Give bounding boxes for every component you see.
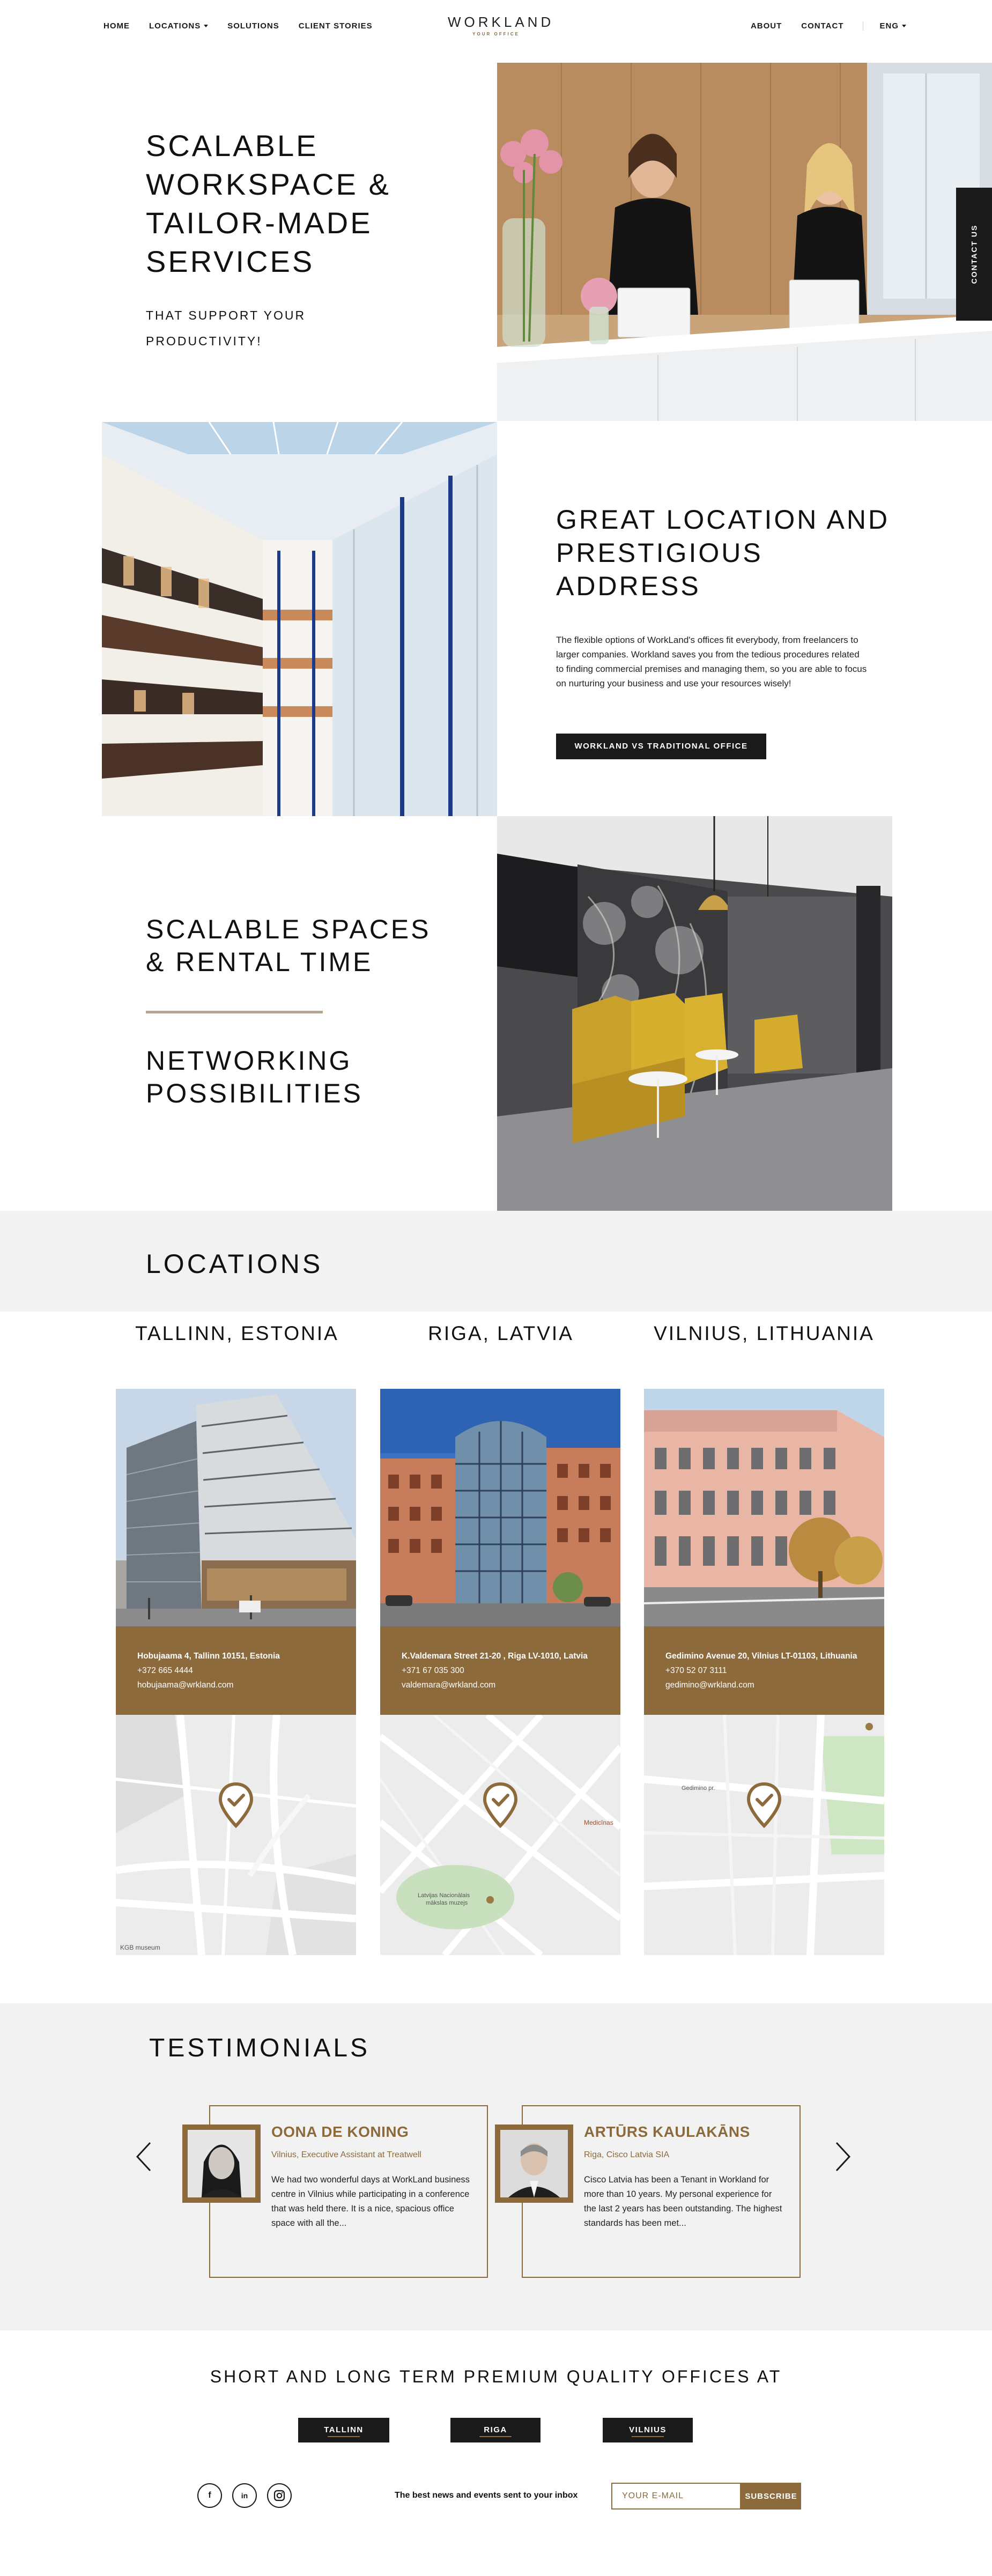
svg-text:Latvijas Nacionālais: Latvijas Nacionālais: [418, 1892, 470, 1899]
testimonials-section: TESTIMONIALS OONA DE KONING Vilnius, Exe…: [0, 2003, 992, 2330]
city-title-tallinn: TALLINN, ESTONIA: [135, 1322, 339, 1344]
map-pin-icon: [746, 1782, 782, 1828]
offices-title: SHORT AND LONG TERM PREMIUM QUALITY OFFI…: [210, 2367, 782, 2386]
facebook-icon[interactable]: f: [197, 2483, 222, 2508]
riga-address: K.Valdemara Street 21-20 , Riga LV-1010,…: [402, 1652, 588, 1661]
testimonial-name: ARTŪRS KAULAKĀNS: [584, 2123, 750, 2140]
location-card-tallinn: Hobujaama 4, Tallinn 10151, Estonia +372…: [116, 1389, 356, 1955]
office-button-tallinn[interactable]: TALLINN: [298, 2418, 389, 2442]
testimonial-name: OONA DE KONING: [271, 2123, 409, 2140]
office-button-riga[interactable]: RIGA: [450, 2418, 541, 2442]
secondary-nav: ABOUT CONTACT ENG: [751, 21, 906, 31]
office-button-vilnius[interactable]: VILNIUS: [603, 2418, 693, 2442]
carousel-prev-arrow-icon[interactable]: [133, 2141, 154, 2173]
chevron-down-icon: [204, 25, 209, 27]
svg-text:mākslas muzejs: mākslas muzejs: [426, 1900, 468, 1906]
location-feature-title: GREAT LOCATION AND PRESTIGIOUS ADDRESS: [556, 505, 890, 601]
riga-contact-info: K.Valdemara Street 21-20 , Riga LV-1010,…: [380, 1626, 620, 1715]
nav-home[interactable]: HOME: [103, 21, 130, 31]
linkedin-icon[interactable]: in: [232, 2483, 257, 2508]
location-feature-description: The flexible options of WorkLand's offic…: [556, 635, 867, 689]
location-feature: GREAT LOCATION AND PRESTIGIOUS ADDRESS T…: [556, 503, 899, 759]
hero-title: SCALABLE WORKSPACE & TAILOR-MADE SERVICE…: [146, 129, 391, 278]
testimonial-role: Riga, Cisco Latvia SIA: [584, 2150, 670, 2159]
nav-solutions[interactable]: SOLUTIONS: [227, 21, 279, 31]
nav-locations-label: LOCATIONS: [149, 21, 201, 31]
vilnius-building-photo[interactable]: [644, 1389, 884, 1626]
hero-subtitle: THAT SUPPORT YOUR PRODUCTIVITY!: [146, 308, 306, 348]
contact-us-label: CONTACT US: [969, 224, 979, 284]
tallinn-address: Hobujaama 4, Tallinn 10151, Estonia: [137, 1652, 280, 1661]
logo-wordmark: WORKLAND: [448, 14, 554, 30]
testimonial-avatar: [495, 2125, 573, 2203]
contact-us-tab[interactable]: CONTACT US: [956, 188, 992, 321]
reception-photo: [497, 63, 992, 421]
map-pin-icon: [218, 1782, 254, 1828]
language-selector[interactable]: ENG: [863, 21, 906, 31]
nav-about[interactable]: ABOUT: [751, 21, 782, 31]
language-label: ENG: [879, 21, 899, 31]
chevron-down-icon: [902, 25, 906, 27]
locations-title: LOCATIONS: [146, 1249, 323, 1279]
testimonials-title: TESTIMONIALS: [149, 2034, 371, 2062]
newsletter-label: The best news and events sent to your in…: [395, 2491, 578, 2500]
map-pin-icon: [483, 1782, 518, 1828]
riga-map-poi: Medicīnas: [584, 1819, 613, 1826]
linkedin-label: in: [241, 2491, 248, 2500]
vilnius-phone[interactable]: +370 52 07 3111: [665, 1663, 863, 1678]
testimonial-text: Cisco Latvia has been a Tenant in Workla…: [584, 2175, 782, 2228]
riga-phone[interactable]: +371 67 035 300: [402, 1663, 599, 1678]
location-card-riga: K.Valdemara Street 21-20 , Riga LV-1010,…: [380, 1389, 620, 1955]
nav-contact[interactable]: CONTACT: [801, 21, 843, 31]
testimonial-card: OONA DE KONING Vilnius, Executive Assist…: [182, 2105, 488, 2278]
tallinn-contact-info: Hobujaama 4, Tallinn 10151, Estonia +372…: [116, 1626, 356, 1715]
tallinn-email[interactable]: hobujaama@wrkland.com: [137, 1678, 335, 1692]
city-title-vilnius: VILNIUS, LITHUANIA: [654, 1322, 875, 1344]
testimonial-card: ARTŪRS KAULAKĀNS Riga, Cisco Latvia SIA …: [495, 2105, 801, 2278]
site-header: HOME LOCATIONS SOLUTIONS CLIENT STORIES …: [0, 0, 992, 59]
atrium-photo: [102, 422, 497, 816]
testimonial-avatar: [182, 2125, 261, 2203]
facebook-label: f: [208, 2491, 211, 2500]
tallinn-map-poi: KGB museum: [120, 1944, 160, 1951]
feature-networking: NETWORKING POSSIBILITIES: [146, 1046, 363, 1108]
tallinn-building-photo[interactable]: [116, 1389, 356, 1626]
tallinn-map[interactable]: KGB museum: [116, 1715, 356, 1955]
workland-logo[interactable]: WORKLAND YOUR OFFICE: [448, 14, 554, 36]
vilnius-map-poi: Gedimino pr.: [682, 1785, 715, 1792]
vilnius-map[interactable]: Gedimino pr.: [644, 1715, 884, 1955]
lounge-photo: [497, 816, 892, 1211]
feature-divider: [146, 1011, 323, 1013]
testimonial-text: We had two wonderful days at WorkLand bu…: [271, 2175, 470, 2228]
riga-map[interactable]: Latvijas Nacionālais mākslas muzejs Medi…: [380, 1715, 620, 1955]
city-title-riga: RIGA, LATVIA: [428, 1322, 574, 1344]
vilnius-address: Gedimino Avenue 20, Vilnius LT-01103, Li…: [665, 1652, 857, 1661]
features-block: SCALABLE SPACES & RENTAL TIME NETWORKING…: [146, 913, 446, 1110]
workland-vs-traditional-button[interactable]: WORKLAND VS TRADITIONAL OFFICE: [556, 734, 766, 759]
riga-email[interactable]: valdemara@wrkland.com: [402, 1678, 599, 1692]
vilnius-email[interactable]: gedimino@wrkland.com: [665, 1678, 863, 1692]
feature-scalable-spaces: SCALABLE SPACES & RENTAL TIME: [146, 914, 431, 977]
locations-band: LOCATIONS: [0, 1211, 992, 1312]
riga-building-photo[interactable]: [380, 1389, 620, 1626]
vilnius-contact-info: Gedimino Avenue 20, Vilnius LT-01103, Li…: [644, 1626, 884, 1715]
testimonial-role: Vilnius, Executive Assistant at Treatwel…: [271, 2150, 421, 2159]
nav-client-stories[interactable]: CLIENT STORIES: [299, 21, 373, 31]
location-card-vilnius: Gedimino Avenue 20, Vilnius LT-01103, Li…: [644, 1389, 884, 1955]
tallinn-phone[interactable]: +372 665 4444: [137, 1663, 335, 1678]
instagram-icon[interactable]: [267, 2483, 292, 2508]
newsletter-email-input[interactable]: [611, 2483, 741, 2510]
hero-text: SCALABLE WORKSPACE & TAILOR-MADE SERVICE…: [146, 127, 425, 354]
instagram-glyph-icon: [273, 2490, 285, 2501]
main-nav: HOME LOCATIONS SOLUTIONS CLIENT STORIES: [103, 21, 373, 31]
carousel-next-arrow-icon[interactable]: [832, 2141, 854, 2173]
nav-locations[interactable]: LOCATIONS: [149, 21, 209, 31]
logo-tagline: YOUR OFFICE: [472, 32, 520, 36]
subscribe-button[interactable]: SUBSCRIBE: [741, 2483, 801, 2510]
